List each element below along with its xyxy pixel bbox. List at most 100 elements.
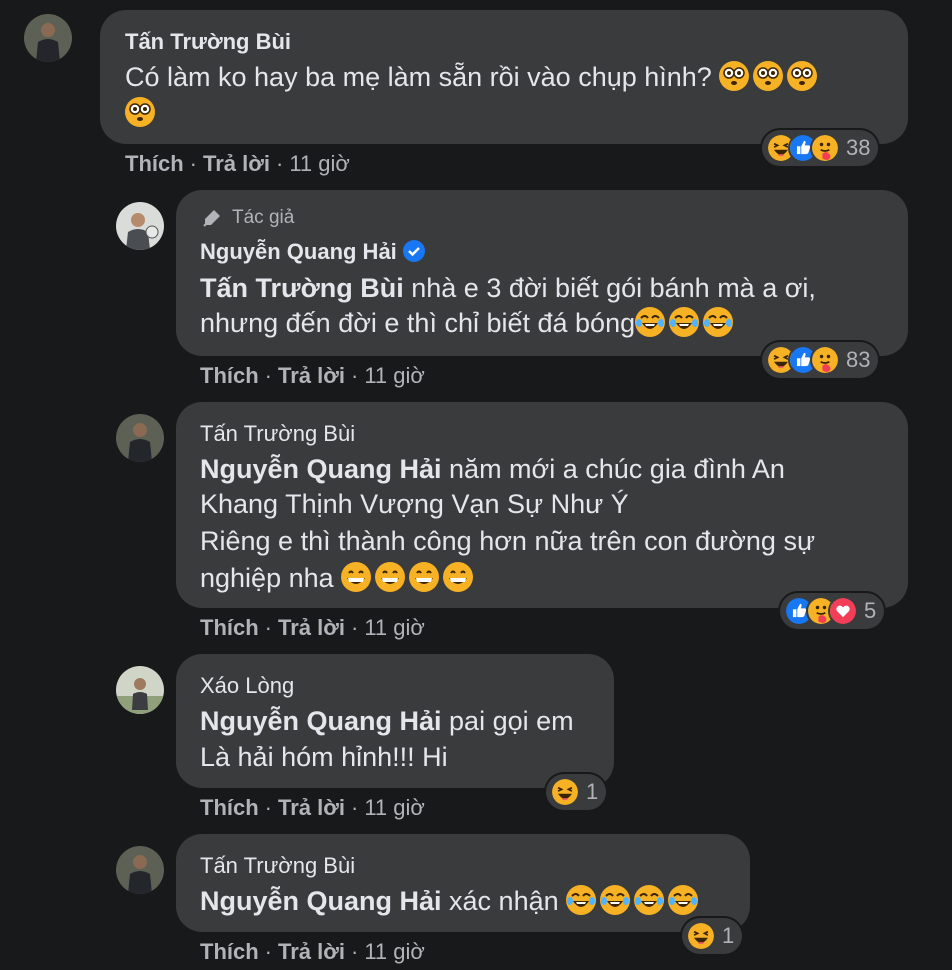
comment-text-content: Có làm ko hay ba mẹ làm sẵn rồi vào chụp…: [125, 62, 712, 92]
flushed-emoji-icon: [125, 97, 155, 127]
grinning-emoji-icon: [409, 562, 439, 592]
separator-dot: ·: [264, 939, 272, 964]
comment-text-content: năm mới a chúc gia đình An: [441, 454, 785, 484]
comment-actions: Thích · Trả lời · 11 giờ: [200, 363, 425, 389]
avatar[interactable]: [116, 202, 164, 250]
verified-badge-icon: [402, 240, 425, 262]
care-reaction-icon: [810, 133, 840, 163]
comment-author: Nguyễn Quang Hải: [200, 239, 425, 265]
reaction-summary[interactable]: 1: [682, 918, 743, 954]
author-badge-label: Tác giả: [232, 207, 295, 228]
comment-text: Nguyễn Quang Hải xác nhận: [200, 883, 702, 919]
reaction-summary[interactable]: 1: [546, 774, 607, 810]
comment-timestamp[interactable]: 11 giờ: [364, 939, 425, 964]
comment-text: Có làm ko hay ba mẹ làm sẵn rồi vào chụp…: [125, 59, 821, 95]
comment-text-content: nhưng đến đời e thì chỉ biết đá bóng: [200, 308, 636, 338]
flushed-emoji-icon: [787, 61, 817, 91]
avatar[interactable]: [116, 846, 164, 894]
haha-reaction-icon: [550, 777, 580, 807]
separator-dot: ·: [276, 151, 284, 176]
separator-dot: ·: [351, 615, 359, 640]
comment-text-line: nhưng đến đời e thì chỉ biết đá bóng: [200, 305, 737, 341]
comment-text-line: Khang Thịnh Vượng Vạn Sự Như Ý: [200, 489, 629, 519]
reaction-summary[interactable]: 83: [762, 342, 879, 378]
separator-dot: ·: [264, 615, 272, 640]
comment-timestamp[interactable]: 11 giờ: [364, 615, 425, 640]
tears-of-joy-emoji-icon: [566, 885, 596, 915]
comment-timestamp[interactable]: 11 giờ: [289, 151, 350, 176]
comment-author-name[interactable]: Nguyễn Quang Hải: [200, 239, 397, 264]
comment-author[interactable]: Xáo Lòng: [200, 673, 294, 699]
tears-of-joy-emoji-icon: [635, 307, 665, 337]
like-link[interactable]: Thích: [200, 615, 259, 640]
microphone-icon: [200, 206, 224, 230]
like-link[interactable]: Thích: [200, 363, 259, 388]
comment-text-content: pai gọi em: [441, 706, 574, 736]
comment-text: Tấn Trường Bùi nhà e 3 đời biết gói bánh…: [200, 270, 816, 306]
comment-actions: Thích · Trả lời · 11 giờ: [125, 151, 350, 177]
separator-dot: ·: [189, 151, 197, 176]
separator-dot: ·: [351, 939, 359, 964]
grinning-emoji-icon: [443, 562, 473, 592]
reaction-summary[interactable]: 38: [762, 130, 879, 166]
separator-dot: ·: [351, 795, 359, 820]
grinning-emoji-icon: [341, 562, 371, 592]
tears-of-joy-emoji-icon: [668, 885, 698, 915]
reply-link[interactable]: Trả lời: [278, 939, 345, 964]
separator-dot: ·: [351, 363, 359, 388]
comment-timestamp[interactable]: 11 giờ: [364, 363, 425, 388]
reply-link[interactable]: Trả lời: [278, 795, 345, 820]
avatar[interactable]: [116, 414, 164, 462]
like-link[interactable]: Thích: [200, 939, 259, 964]
comment-text-content: nghiệp nha: [200, 563, 342, 593]
comment-actions: Thích · Trả lời · 11 giờ: [200, 795, 425, 821]
comment-author[interactable]: Tấn Trường Bùi: [200, 421, 355, 447]
separator-dot: ·: [264, 363, 272, 388]
comment-text: Nguyễn Quang Hải năm mới a chúc gia đình…: [200, 451, 785, 487]
grinning-emoji-icon: [375, 562, 405, 592]
reply-link[interactable]: Trả lời: [278, 363, 345, 388]
mention-link[interactable]: Tấn Trường Bùi: [200, 273, 404, 303]
reaction-count: 1: [586, 779, 599, 804]
mention-link[interactable]: Nguyễn Quang Hải: [200, 454, 442, 484]
mention-link[interactable]: Nguyễn Quang Hải: [200, 706, 442, 736]
mention-link[interactable]: Nguyễn Quang Hải: [200, 886, 442, 916]
tears-of-joy-emoji-icon: [634, 885, 664, 915]
tears-of-joy-emoji-icon: [703, 307, 733, 337]
avatar[interactable]: [24, 14, 72, 62]
reply-link[interactable]: Trả lời: [278, 615, 345, 640]
avatar-photo-icon: [116, 846, 164, 894]
comment-text-content: xác nhận: [441, 886, 567, 916]
like-link[interactable]: Thích: [200, 795, 259, 820]
comment-author[interactable]: Tấn Trường Bùi: [125, 29, 291, 55]
reaction-count: 5: [864, 598, 877, 623]
comment-text-line: nghiệp nha: [200, 560, 477, 596]
care-reaction-icon: [810, 345, 840, 375]
haha-reaction-icon: [686, 921, 716, 951]
comment-text-line: Riêng e thì thành công hơn nữa trên con …: [200, 526, 816, 556]
love-reaction-icon: [828, 596, 858, 626]
comment-text-line: Là hải hóm hỉnh!!! Hi: [200, 742, 448, 772]
flushed-emoji-icon: [753, 61, 783, 91]
comment-text: Nguyễn Quang Hải pai gọi em: [200, 703, 574, 739]
tears-of-joy-emoji-icon: [600, 885, 630, 915]
avatar-photo-icon: [24, 14, 72, 62]
reaction-count: 83: [846, 347, 871, 372]
avatar-photo-icon: [116, 414, 164, 462]
comment-text-line: [125, 95, 159, 131]
comment-author[interactable]: Tấn Trường Bùi: [200, 853, 355, 879]
avatar[interactable]: [116, 666, 164, 714]
comment-actions: Thích · Trả lời · 11 giờ: [200, 615, 425, 641]
reaction-summary[interactable]: 5: [780, 593, 885, 629]
comment-actions: Thích · Trả lời · 11 giờ: [200, 939, 425, 965]
reaction-count: 38: [846, 135, 871, 160]
author-badge: Tác giả: [200, 206, 294, 230]
comment-timestamp[interactable]: 11 giờ: [364, 795, 425, 820]
reply-link[interactable]: Trả lời: [203, 151, 270, 176]
like-link[interactable]: Thích: [125, 151, 184, 176]
separator-dot: ·: [264, 795, 272, 820]
tears-of-joy-emoji-icon: [669, 307, 699, 337]
avatar-photo-icon: [116, 666, 164, 714]
flushed-emoji-icon: [719, 61, 749, 91]
comment-text-content: nhà e 3 đời biết gói bánh mà a ơi,: [403, 273, 816, 303]
